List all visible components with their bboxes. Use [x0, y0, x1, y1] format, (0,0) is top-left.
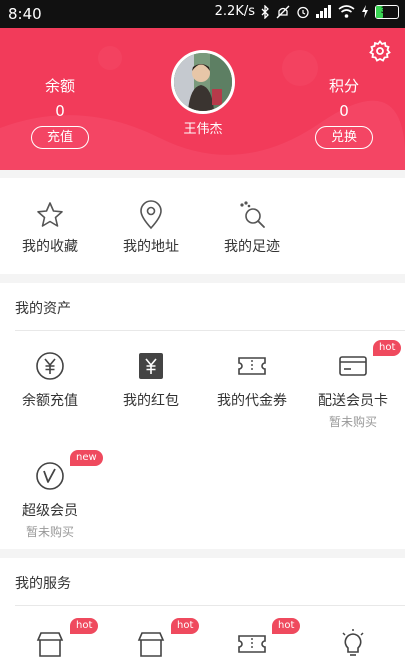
service-item-4[interactable]: [303, 628, 403, 660]
points-value: 0: [339, 102, 349, 120]
service-item-1[interactable]: hot: [0, 618, 100, 660]
coupon-icon: [238, 357, 266, 375]
balance-block: 余额 0 充值: [20, 75, 100, 149]
signal-icon: [316, 5, 331, 18]
redeem-button[interactable]: 兑换: [315, 126, 373, 149]
balance-recharge-item[interactable]: 余额充值: [0, 350, 100, 410]
hot-badge: hot: [70, 618, 99, 634]
coupon-label: 我的代金券: [217, 393, 287, 409]
coupon-item[interactable]: 我的代金券: [202, 350, 302, 410]
assets-panel: 我的资产 余额充值 我的红包 我的代金券 hot 配送会员卡 暂未购买 new …: [0, 283, 405, 549]
assets-divider: [15, 330, 405, 331]
super-vip-label: 超级会员: [22, 503, 78, 519]
service-item-2[interactable]: hot: [101, 618, 201, 660]
coupon-icon: [238, 635, 266, 653]
favorites-item[interactable]: 我的收藏: [0, 200, 100, 256]
avatar[interactable]: [171, 50, 235, 114]
new-badge: new: [70, 450, 103, 466]
points-label: 积分: [328, 77, 359, 95]
avatar-image: [174, 53, 232, 111]
hot-badge: hot: [171, 618, 200, 634]
services-panel: 我的服务 hot hot hot: [0, 558, 405, 660]
hot-badge: hot: [272, 618, 301, 634]
footprint-item[interactable]: 我的足迹: [202, 200, 302, 256]
balance-value: 0: [55, 102, 65, 120]
balance-label: 余额: [44, 77, 75, 95]
balance-recharge-label: 余额充值: [22, 393, 78, 409]
points-block: 积分 0 兑换: [304, 75, 384, 149]
gear-icon[interactable]: [369, 40, 391, 62]
username: 王伟杰: [183, 122, 223, 137]
super-vip-item[interactable]: new 超级会员 暂未购买: [0, 450, 103, 540]
status-time: 8:40: [8, 5, 42, 23]
super-vip-status: 暂未购买: [25, 525, 74, 539]
store-icon: [36, 632, 64, 657]
recharge-button[interactable]: 充值: [31, 126, 89, 149]
profile-header: 余额 0 充值 王伟杰 积分 0 兑换: [0, 28, 405, 170]
footprint-icon: [240, 201, 265, 228]
alarm-icon: [297, 6, 309, 18]
battery-icon: 31: [375, 4, 399, 19]
wifi-icon: [338, 5, 355, 18]
network-speed: 2.2K/s: [214, 4, 255, 19]
red-packet-icon: [139, 353, 163, 379]
red-packet-item[interactable]: 我的红包: [101, 350, 201, 410]
card-icon: [339, 356, 367, 376]
assets-title: 我的资产: [15, 301, 71, 317]
bluetooth-icon: [261, 4, 269, 19]
service-item-3[interactable]: hot: [202, 618, 302, 660]
quick-links-panel: 我的收藏 我的地址 我的足迹: [0, 178, 405, 274]
lightbulb-icon: [342, 629, 364, 656]
delivery-card-label: 配送会员卡: [318, 393, 388, 409]
status-icons: 2.2K/s 31: [215, 4, 399, 19]
battery-text: 31: [380, 5, 394, 16]
services-title: 我的服务: [15, 576, 71, 592]
red-packet-label: 我的红包: [123, 393, 179, 409]
vip-icon: [36, 462, 64, 490]
footprint-label: 我的足迹: [224, 239, 280, 255]
hot-badge: hot: [373, 340, 402, 356]
services-divider: [15, 605, 405, 606]
location-pin-icon: [140, 200, 162, 230]
store-icon: [137, 632, 165, 657]
delivery-card-item[interactable]: hot 配送会员卡 暂未购买: [303, 340, 403, 430]
address-item[interactable]: 我的地址: [101, 200, 201, 256]
yuan-circle-icon: [36, 352, 64, 380]
delivery-card-status: 暂未购买: [328, 415, 377, 429]
charging-icon: [362, 5, 368, 18]
mute-icon: [276, 5, 290, 18]
star-icon: [37, 202, 63, 227]
favorites-label: 我的收藏: [22, 239, 78, 255]
status-bar: 8:40 2.2K/s 31: [0, 0, 405, 28]
address-label: 我的地址: [123, 239, 179, 255]
